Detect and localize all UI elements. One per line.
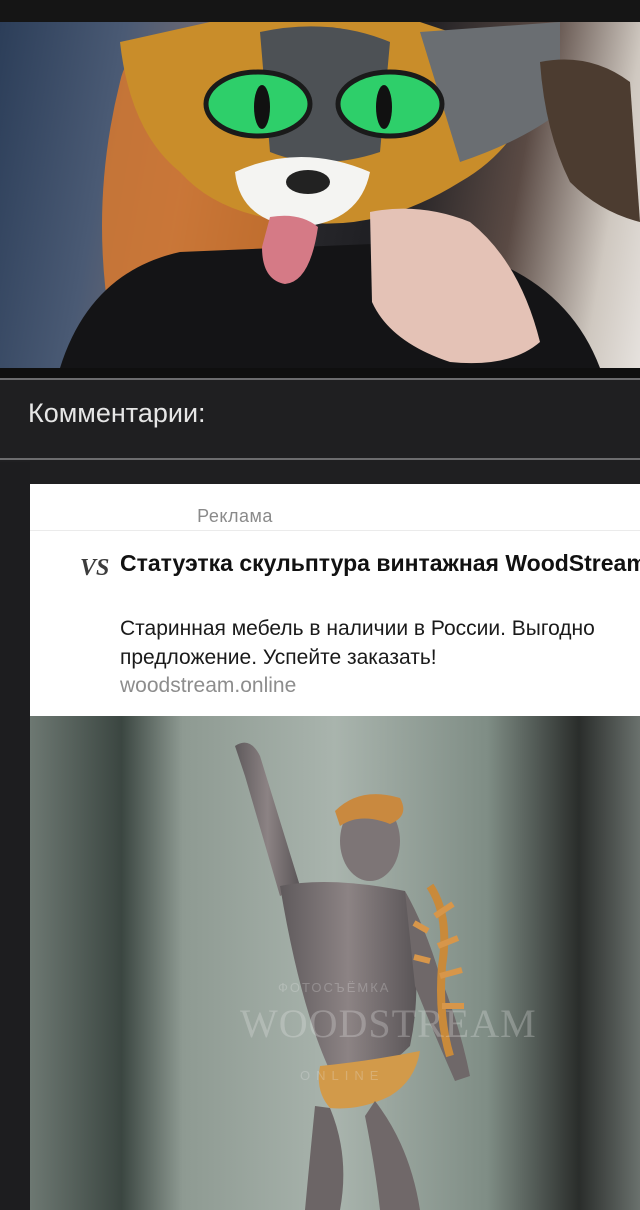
ad-description-line-2: предложение. Успейте заказать! — [120, 646, 437, 669]
photo-illustration — [60, 22, 640, 368]
ad-label-divider — [30, 530, 640, 531]
page: Комментарии: Реклама VS Статуэтка скульп… — [0, 0, 640, 1210]
ad-label: Реклама — [197, 506, 273, 526]
comments-header: Комментарии: — [28, 398, 206, 428]
photo-bottom-strip — [0, 368, 640, 378]
ad-image-watermark: WOODSTREAM — [240, 1001, 537, 1046]
ad-description: Старинная мебель в наличии в России. Выг… — [120, 614, 640, 672]
post-photo[interactable] — [0, 0, 640, 378]
ad-domain-link[interactable]: woodstream.online — [120, 674, 296, 698]
ad-description-line-1: Старинная мебель в наличии в России. Выг… — [120, 617, 595, 640]
divider-top — [0, 378, 640, 380]
ad-image[interactable] — [30, 716, 640, 1210]
divider-comments — [0, 458, 640, 460]
woodstream-logo-icon: VS — [80, 555, 110, 581]
ad-title[interactable]: Статуэтка скульптура винтажная WoodStrea… — [120, 548, 640, 578]
statue-illustration — [30, 716, 640, 1210]
ad-image-watermark-top: ФОТОСЪЁМКА — [278, 980, 391, 995]
left-gutter — [0, 462, 30, 1210]
photo-top-strip — [0, 0, 640, 22]
ad-card[interactable]: Реклама VS Статуэтка скульптура винтажна… — [30, 484, 640, 716]
ad-image-watermark-sub: ONLINE — [300, 1068, 385, 1083]
